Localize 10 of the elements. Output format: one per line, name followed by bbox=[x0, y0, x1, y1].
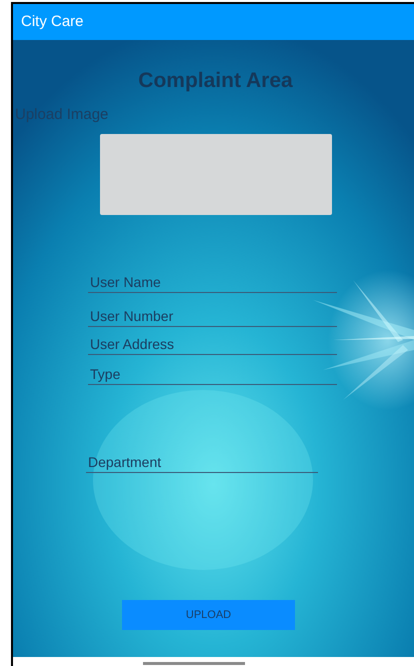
input-field[interactable]: User Address bbox=[88, 335, 337, 355]
input-field[interactable]: Department bbox=[86, 453, 318, 473]
screen-title: Complaint Area bbox=[138, 68, 293, 94]
input-field[interactable]: User Number bbox=[88, 307, 337, 327]
input-field[interactable]: User Name bbox=[88, 273, 337, 293]
home-indicator[interactable] bbox=[142, 662, 244, 665]
input-field[interactable]: Type bbox=[88, 365, 337, 385]
app-title: City Care bbox=[21, 12, 84, 32]
image-placeholder[interactable] bbox=[100, 134, 332, 215]
upload-button[interactable]: UPLOAD bbox=[122, 600, 295, 630]
